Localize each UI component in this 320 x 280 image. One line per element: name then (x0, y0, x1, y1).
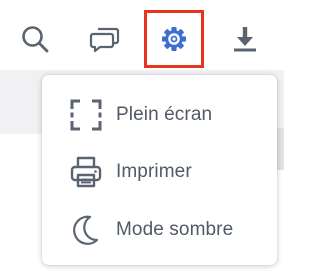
search-icon (22, 26, 49, 53)
settings-button[interactable] (144, 10, 204, 68)
menu-item-dark-mode[interactable]: Mode sombre (42, 201, 277, 259)
menu-item-label: Plein écran (116, 104, 213, 125)
comments-button[interactable] (75, 10, 135, 68)
settings-menu: Plein écran Imprimer Mode sombre (42, 75, 277, 265)
printer-icon (69, 155, 103, 189)
search-button[interactable] (5, 10, 65, 68)
menu-item-print[interactable]: Imprimer (42, 143, 277, 201)
moon-icon (69, 213, 103, 247)
scrollbar-thumb[interactable] (276, 128, 284, 170)
fullscreen-icon (69, 98, 103, 132)
download-button[interactable] (215, 10, 275, 68)
download-icon (234, 27, 256, 52)
gear-icon (162, 27, 186, 51)
menu-item-label: Imprimer (116, 161, 192, 182)
top-toolbar (0, 0, 284, 70)
menu-item-fullscreen[interactable]: Plein écran (42, 86, 277, 144)
comments-icon (89, 27, 120, 53)
menu-item-label: Mode sombre (116, 219, 234, 240)
